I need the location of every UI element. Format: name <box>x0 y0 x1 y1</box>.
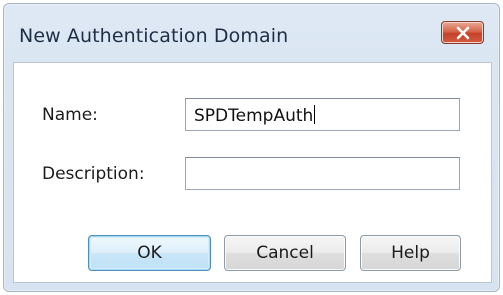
dialog-window: New Authentication Domain Name: SPDTempA… <box>3 3 500 292</box>
description-label: Description: <box>42 164 145 184</box>
help-button[interactable]: Help <box>360 235 461 271</box>
ok-button-label: OK <box>137 243 162 263</box>
close-icon <box>456 26 469 39</box>
title-bar[interactable]: New Authentication Domain <box>4 4 499 62</box>
name-field-value: SPDTempAuth <box>194 106 314 126</box>
ok-button[interactable]: OK <box>88 235 211 271</box>
description-field[interactable] <box>185 157 460 190</box>
cancel-button-label: Cancel <box>256 243 314 263</box>
dialog-title: New Authentication Domain <box>19 25 289 47</box>
cancel-button[interactable]: Cancel <box>224 235 346 271</box>
dialog-body: Name: SPDTempAuth Description: OK Cancel… <box>13 62 492 283</box>
help-button-label: Help <box>391 243 430 263</box>
name-field[interactable]: SPDTempAuth <box>185 98 460 131</box>
text-caret <box>314 105 316 124</box>
close-button[interactable] <box>441 21 484 44</box>
name-label: Name: <box>42 105 98 125</box>
